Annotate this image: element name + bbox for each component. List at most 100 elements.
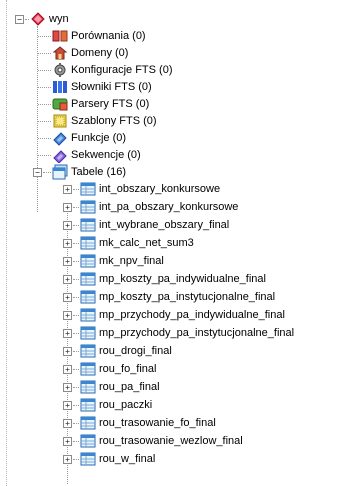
function-icon (52, 130, 68, 146)
config-icon (52, 62, 68, 78)
table-node[interactable]: + mp_koszty_pa_indywidualne_final (0, 271, 340, 288)
tree-node-porownania[interactable]: Porównania (0) (0, 28, 300, 45)
table-icon (80, 415, 96, 431)
comparison-icon (52, 28, 68, 44)
tree-node-label: wyn (49, 13, 69, 25)
collapse-toggle[interactable]: − (15, 15, 24, 24)
expand-toggle[interactable]: + (63, 311, 72, 320)
collapse-toggle[interactable]: − (33, 168, 42, 177)
tree-node-label: Porównania (0) (71, 30, 146, 42)
expand-toggle[interactable]: + (63, 257, 72, 266)
expand-toggle[interactable]: + (63, 221, 72, 230)
table-node[interactable]: + rou_pa_final (0, 379, 340, 396)
connector-line (73, 279, 79, 280)
expand-toggle[interactable]: + (63, 383, 72, 392)
tree-node-domeny[interactable]: Domeny (0) (0, 45, 300, 62)
object-tree[interactable]: − wyn Porównania (0) Domeny (0) Konfigur… (0, 0, 340, 486)
table-icon (80, 379, 96, 395)
table-name: mp_przychody_pa_instytucjonalne_final (99, 327, 295, 339)
expand-toggle[interactable]: + (63, 437, 72, 446)
tree-node-funkcje[interactable]: Funkcje (0) (0, 130, 300, 147)
table-node[interactable]: + int_wybrane_obszary_final (0, 217, 340, 234)
connector-line (38, 70, 51, 71)
table-node[interactable]: + rou_trasowanie_fo_final (0, 415, 340, 432)
connector-line (73, 243, 79, 244)
tree-node-tabele[interactable]: − Tabele (16) (0, 164, 300, 181)
tree-node-sekwencje[interactable]: Sekwencje (0) (0, 147, 300, 164)
table-node[interactable]: + mp_przychody_pa_indywidualne_final (0, 307, 340, 324)
connector-line (73, 387, 79, 388)
connector-line (73, 351, 79, 352)
connector-line (38, 155, 51, 156)
expand-toggle[interactable]: + (63, 275, 72, 284)
tree-node-wyn[interactable]: − wyn (0, 11, 300, 28)
table-icon (80, 325, 96, 341)
table-name: rou_w_final (99, 453, 156, 465)
connector-line (73, 423, 79, 424)
tree-node-parsery-fts[interactable]: Parsery FTS (0) (0, 96, 300, 113)
connector-line (73, 225, 79, 226)
connector-line (25, 19, 29, 20)
connector-line (38, 36, 51, 37)
connector-line (38, 104, 51, 105)
expand-toggle[interactable]: + (63, 419, 72, 428)
connector-line (73, 315, 79, 316)
connector-line (73, 207, 79, 208)
tree-node-konfiguracje-fts[interactable]: Konfiguracje FTS (0) (0, 62, 300, 79)
expand-toggle[interactable]: + (63, 293, 72, 302)
expand-toggle[interactable]: + (63, 401, 72, 410)
table-node[interactable]: + int_pa_obszary_konkursowe (0, 199, 340, 216)
table-node[interactable]: + rou_paczki (0, 397, 340, 414)
expand-toggle[interactable]: + (63, 365, 72, 374)
tables-icon (52, 164, 68, 180)
sequence-icon (52, 147, 68, 163)
connector-line (73, 189, 79, 190)
table-name: mk_npv_final (99, 255, 164, 267)
tree-node-label: Szablony FTS (0) (71, 115, 157, 127)
table-icon (80, 361, 96, 377)
expand-toggle[interactable]: + (63, 185, 72, 194)
tree-node-label: Parsery FTS (0) (71, 98, 150, 110)
table-name: rou_fo_final (99, 363, 157, 375)
table-name: rou_pa_final (99, 381, 160, 393)
connector-line (38, 121, 51, 122)
table-name: rou_trasowanie_fo_final (99, 417, 216, 429)
connector-line (73, 369, 79, 370)
tree-node-slowniki-fts[interactable]: Słowniki FTS (0) (0, 79, 300, 96)
table-icon (80, 217, 96, 233)
table-node[interactable]: + mp_koszty_pa_instytucjonalne_final (0, 289, 340, 306)
tree-node-label: Funkcje (0) (71, 132, 127, 144)
table-name: mp_przychody_pa_indywidualne_final (99, 309, 285, 321)
expand-toggle[interactable]: + (63, 455, 72, 464)
expand-toggle[interactable]: + (63, 239, 72, 248)
table-node[interactable]: + rou_fo_final (0, 361, 340, 378)
table-icon (80, 235, 96, 251)
table-node[interactable]: + rou_trasowanie_wezlow_final (0, 433, 340, 450)
table-icon (80, 433, 96, 449)
table-node[interactable]: + mk_calc_net_sum3 (0, 235, 340, 252)
connector-line (43, 172, 51, 173)
table-name: mp_koszty_pa_indywidualne_final (99, 273, 266, 285)
expand-toggle[interactable]: + (63, 203, 72, 212)
connector-line (38, 87, 51, 88)
table-icon (80, 397, 96, 413)
table-name: int_obszary_konkursowe (99, 183, 221, 195)
table-node[interactable]: + rou_drogi_final (0, 343, 340, 360)
table-name: rou_drogi_final (99, 345, 172, 357)
table-node[interactable]: + int_obszary_konkursowe (0, 181, 340, 198)
table-name: mp_koszty_pa_instytucjonalne_final (99, 291, 276, 303)
table-icon (80, 343, 96, 359)
table-name: int_pa_obszary_konkursowe (99, 201, 239, 213)
table-name: rou_paczki (99, 399, 153, 411)
expand-toggle[interactable]: + (63, 347, 72, 356)
connector-line (73, 459, 79, 460)
tree-node-label: Tabele (16) (71, 166, 127, 178)
table-node[interactable]: + mk_npv_final (0, 253, 340, 270)
table-node[interactable]: + mp_przychody_pa_instytucjonalne_final (0, 325, 340, 342)
table-name: int_wybrane_obszary_final (99, 219, 230, 231)
tree-node-label: Konfiguracje FTS (0) (71, 64, 173, 76)
connector-line (73, 261, 79, 262)
table-node[interactable]: + rou_w_final (0, 451, 340, 468)
expand-toggle[interactable]: + (63, 329, 72, 338)
tree-node-szablony-fts[interactable]: Szablony FTS (0) (0, 113, 300, 130)
